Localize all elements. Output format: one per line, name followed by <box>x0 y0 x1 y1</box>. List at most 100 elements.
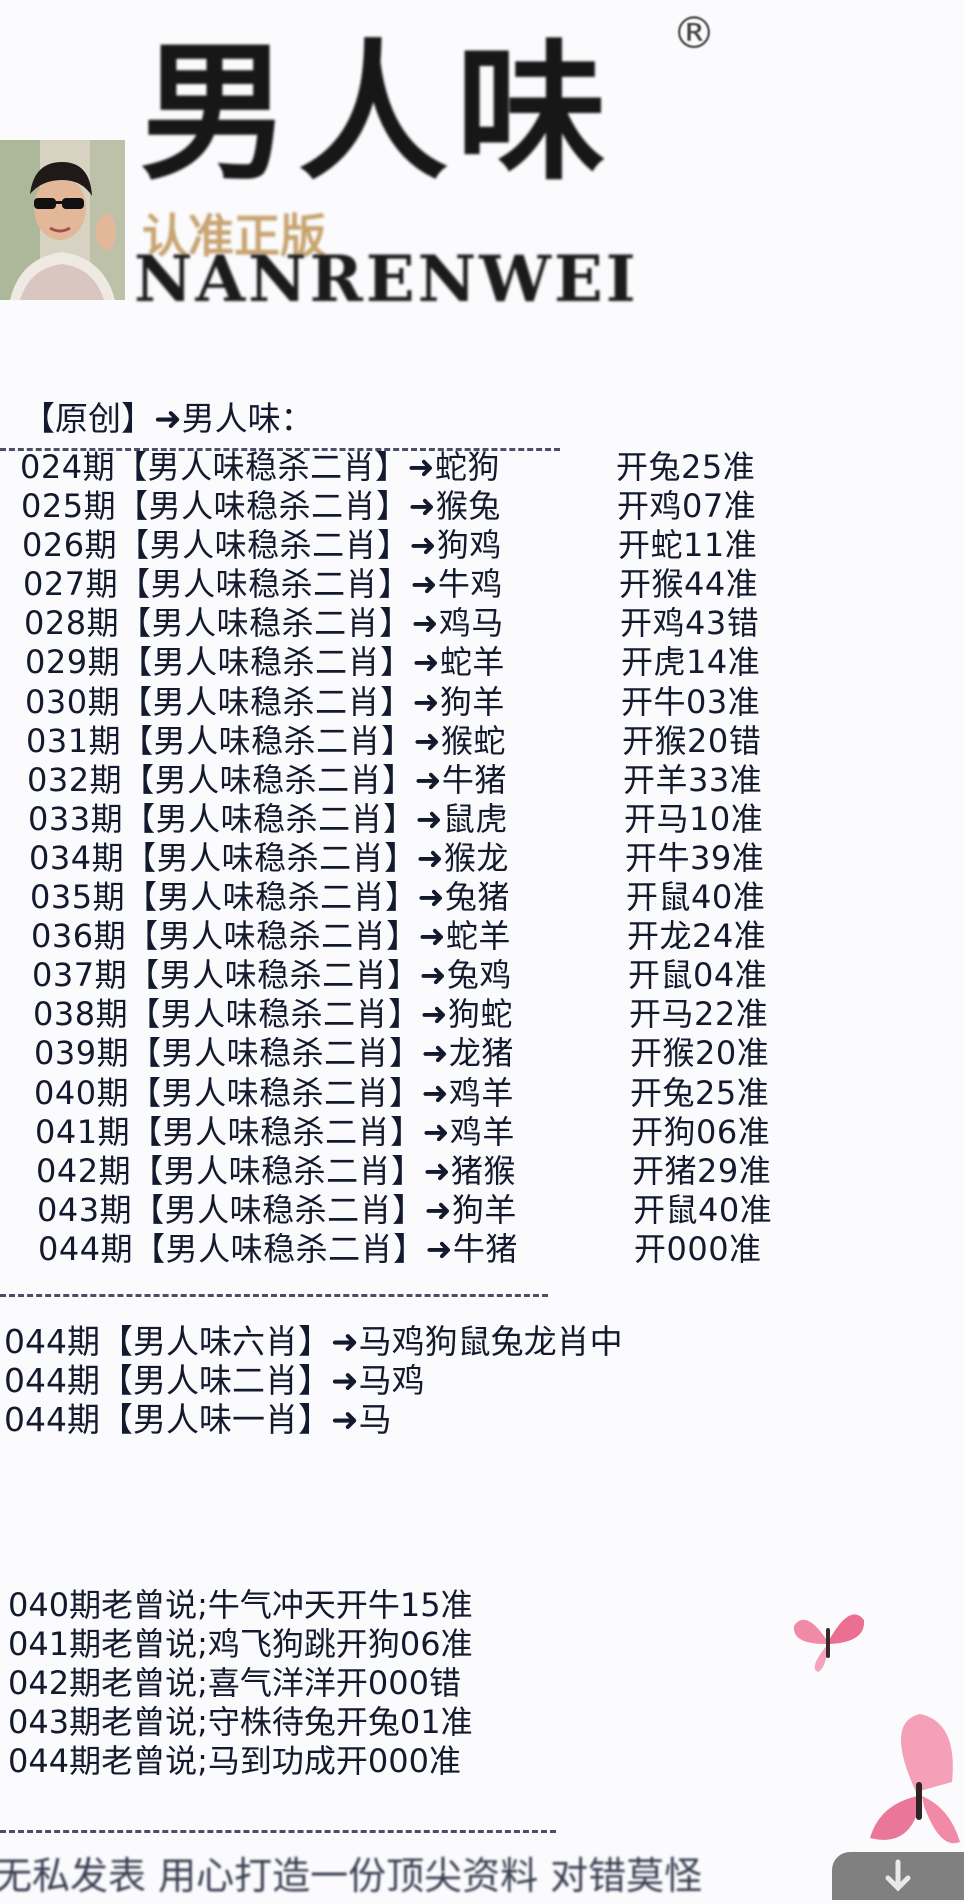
row-pick: 狗羊 <box>439 682 505 721</box>
prediction-row: 032期【男人味稳杀二肖】➜牛猪 开羊33准 <box>0 761 964 800</box>
row-result: 开牛03准 <box>621 682 761 721</box>
row-result: 开鼠04准 <box>628 956 768 995</box>
row-pick: 龙猪 <box>448 1034 514 1073</box>
row-arrow: ➜ <box>421 1034 449 1073</box>
row-period: 042期 <box>36 1151 132 1190</box>
sayings-list: 040期老曾说;牛气冲天开牛15准 041期老曾说;鸡飞狗跳开狗06准 042期… <box>8 1586 473 1781</box>
row-result: 开兔25准 <box>630 1073 770 1112</box>
row-result: 开鼠40准 <box>633 1190 773 1229</box>
row-arrow: ➜ <box>421 1073 449 1112</box>
row-period: 029期 <box>25 643 121 682</box>
row-result: 开鼠40准 <box>626 878 766 917</box>
prediction-row: 041期【男人味稳杀二肖】➜鸡羊 开狗06准 <box>0 1113 964 1152</box>
row-result: 开兔25准 <box>616 448 756 486</box>
row-label: 【男人味稳杀二肖】 <box>129 1073 422 1112</box>
row-period: 031期 <box>26 721 122 760</box>
row-period: 032期 <box>27 760 123 799</box>
row-pick: 猴龙 <box>443 838 509 877</box>
prediction-main: 033期【男人味稳杀二肖】➜鼠虎 <box>28 800 508 839</box>
divider-bottom <box>0 1830 556 1833</box>
row-result: 开羊33准 <box>623 760 763 799</box>
row-label: 【男人味稳杀二肖】 <box>120 682 413 721</box>
prediction-row: 035期【男人味稳杀二肖】➜兔猪 开鼠40准 <box>0 878 964 917</box>
row-arrow: ➜ <box>417 878 445 917</box>
prediction-row: 036期【男人味稳杀二肖】➜蛇羊 开龙24准 <box>0 917 964 956</box>
prediction-row: 030期【男人味稳杀二肖】➜狗羊 开牛03准 <box>0 683 964 722</box>
prediction-row: 027期【男人味稳杀二肖】➜牛鸡 开猴44准 <box>0 565 964 604</box>
row-period: 035期 <box>30 878 126 917</box>
download-arrow-icon <box>885 1859 911 1892</box>
prediction-row: 024期【男人味稳杀二肖】➜蛇狗 开兔25准 <box>0 448 964 487</box>
row-arrow: ➜ <box>411 604 439 643</box>
butterfly-icon <box>860 1712 964 1856</box>
row-arrow: ➜ <box>410 565 438 604</box>
row-result: 开狗06准 <box>631 1112 771 1151</box>
pick-six-zodiac: 044期【男人味六肖】➜马鸡狗鼠兔龙肖中 <box>4 1322 623 1361</box>
row-period: 036期 <box>31 917 127 956</box>
row-label: 【男人味稳杀二肖】 <box>122 760 415 799</box>
row-label: 【男人味稳杀二肖】 <box>118 565 411 604</box>
row-pick: 蛇狗 <box>434 448 500 486</box>
row-pick: 鸡羊 <box>448 1073 514 1112</box>
row-result: 开牛39准 <box>625 838 765 877</box>
prediction-row: 042期【男人味稳杀二肖】➜猪猴 开猪29准 <box>0 1152 964 1191</box>
row-result: 开000准 <box>634 1229 762 1268</box>
prediction-main: 038期【男人味稳杀二肖】➜狗蛇 <box>33 995 513 1034</box>
row-pick: 狗鸡 <box>436 526 502 565</box>
row-period: 039期 <box>34 1034 130 1073</box>
row-result: 开猴20错 <box>622 721 762 760</box>
prediction-row: 043期【男人味稳杀二肖】➜狗羊 开鼠40准 <box>0 1191 964 1230</box>
row-label: 【男人味稳杀二肖】 <box>131 1151 424 1190</box>
saying-row: 041期老曾说;鸡飞狗跳开狗06准 <box>8 1625 473 1663</box>
pick-two-zodiac: 044期【男人味二肖】➜马鸡 <box>4 1361 425 1400</box>
butterfly-icon <box>788 1598 868 1682</box>
row-period: 024期 <box>20 448 116 486</box>
prediction-main: 025期【男人味稳杀二肖】➜猴兔 <box>21 487 501 526</box>
prediction-row: 028期【男人味稳杀二肖】➜鸡马 开鸡43错 <box>0 604 964 643</box>
row-result: 开马22准 <box>629 995 769 1034</box>
prediction-main: 039期【男人味稳杀二肖】➜龙猪 <box>34 1034 514 1073</box>
row-arrow: ➜ <box>414 760 442 799</box>
prediction-main: 032期【男人味稳杀二肖】➜牛猪 <box>27 761 507 800</box>
row-arrow: ➜ <box>425 1229 453 1268</box>
row-period: 040期 <box>34 1073 130 1112</box>
prediction-main: 028期【男人味稳杀二肖】➜鸡马 <box>24 604 504 643</box>
prediction-row: 038期【男人味稳杀二肖】➜狗蛇 开马22准 <box>0 995 964 1034</box>
prediction-row: 029期【男人味稳杀二肖】➜蛇羊 开虎14准 <box>0 643 964 682</box>
download-button[interactable] <box>832 1852 964 1900</box>
saying-row: 042期老曾说;喜气洋洋开000错 <box>8 1664 461 1702</box>
prediction-main: 034期【男人味稳杀二肖】➜猴龙 <box>29 839 509 878</box>
brand-chinese-logo: 男人味 <box>140 25 615 201</box>
prediction-main: 037期【男人味稳杀二肖】➜兔鸡 <box>32 956 512 995</box>
row-arrow: ➜ <box>422 1112 450 1151</box>
row-arrow: ➜ <box>409 526 437 565</box>
row-label: 【男人味稳杀二肖】 <box>117 526 410 565</box>
prediction-main: 026期【男人味稳杀二肖】➜狗鸡 <box>22 526 502 565</box>
row-arrow: ➜ <box>412 643 440 682</box>
row-period: 033期 <box>28 799 124 838</box>
row-label: 【男人味稳杀二肖】 <box>123 799 416 838</box>
row-result: 开鸡43错 <box>620 604 760 643</box>
saying-row: 043期老曾说;守株待兔开兔01准 <box>8 1703 473 1741</box>
prediction-main: 043期【男人味稳杀二肖】➜狗羊 <box>37 1191 517 1230</box>
row-period: 043期 <box>37 1190 133 1229</box>
row-pick: 狗蛇 <box>447 995 513 1034</box>
prediction-list: 024期【男人味稳杀二肖】➜蛇狗 开兔25准 025期【男人味稳杀二肖】➜猴兔 开鸡0… <box>0 448 964 1269</box>
prediction-row: 026期【男人味稳杀二肖】➜狗鸡 开蛇11准 <box>0 526 964 565</box>
row-pick: 牛猪 <box>452 1229 518 1268</box>
row-arrow: ➜ <box>413 721 441 760</box>
row-arrow: ➜ <box>424 1190 452 1229</box>
row-period: 038期 <box>33 995 129 1034</box>
prediction-row: 031期【男人味稳杀二肖】➜猴蛇 开猴20错 <box>0 722 964 761</box>
prediction-main: 024期【男人味稳杀二肖】➜蛇狗 <box>20 448 500 487</box>
row-period: 028期 <box>24 604 120 643</box>
prediction-main: 035期【男人味稳杀二肖】➜兔猪 <box>30 878 510 917</box>
row-result: 开猪29准 <box>632 1151 772 1190</box>
row-pick: 蛇羊 <box>445 917 511 956</box>
prediction-main: 036期【男人味稳杀二肖】➜蛇羊 <box>31 917 511 956</box>
row-period: 030期 <box>25 682 121 721</box>
row-pick: 狗羊 <box>451 1190 517 1229</box>
row-result: 开蛇11准 <box>618 526 758 565</box>
header-logo-area: 男人味 ® 认准正版 NANRENWEI <box>0 0 964 330</box>
row-period: 027期 <box>23 565 119 604</box>
